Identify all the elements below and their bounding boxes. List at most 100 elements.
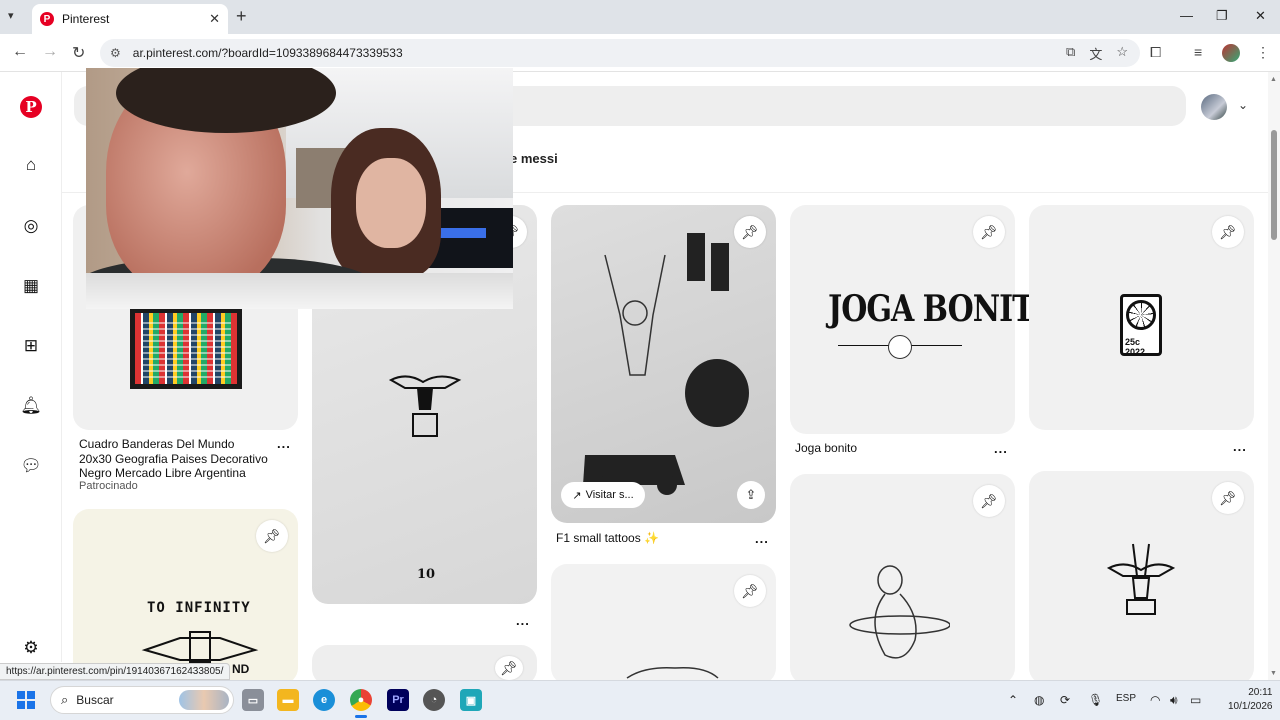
save-pin-icon[interactable]: 📌︎ — [1212, 216, 1244, 248]
app-store-icon[interactable]: ▣ — [460, 689, 482, 711]
window-close-icon[interactable]: ✕ — [1255, 8, 1266, 24]
status-link-preview: https://ar.pinterest.com/pin/19140367162… — [0, 663, 231, 680]
save-pin-icon[interactable]: 📌︎ — [256, 520, 288, 552]
pin-flags-sponsored: Patrocinado — [79, 480, 138, 492]
install-app-icon[interactable]: ⧉ — [1066, 44, 1075, 63]
chrome-active-indicator — [355, 715, 367, 718]
address-url: ar.pinterest.com/?boardId=10933896844733… — [132, 46, 403, 60]
reload-icon[interactable]: ↻ — [72, 43, 85, 63]
windows-start-icon[interactable] — [17, 691, 35, 709]
trophy-wings-sketch — [388, 375, 462, 437]
car-sketch — [626, 666, 719, 679]
pinterest-logo-icon[interactable]: P — [20, 96, 42, 118]
buzz-wings-sketch — [141, 631, 259, 663]
browser-profile-avatar[interactable] — [1222, 44, 1240, 62]
account-chevron-down-icon[interactable]: ⌄ — [1238, 98, 1248, 112]
back-icon[interactable]: ← — [12, 43, 28, 61]
wifi-icon[interactable]: ◠ — [1150, 693, 1160, 707]
webcam-overlay — [86, 68, 513, 309]
clock-time: 20:11 — [1248, 687, 1273, 698]
browser-tab[interactable]: P Pinterest ✕ — [32, 4, 228, 34]
spiderman-label: 25c 2022 — [1125, 337, 1146, 357]
tray-expand-icon[interactable]: ⌃ — [1008, 693, 1018, 707]
forward-icon[interactable]: → — [42, 43, 58, 61]
suggestion-chip[interactable]: e messi — [510, 151, 558, 166]
share-icon[interactable]: ⇪ — [737, 481, 765, 509]
home-icon[interactable]: ⌂ — [20, 154, 42, 176]
pinterest-favicon-icon: P — [40, 12, 54, 26]
joga-bonito-logo: JOGA BONITO — [828, 288, 1060, 331]
tab-search-icon[interactable]: ▾ — [8, 9, 14, 22]
pin-flags-title[interactable]: Cuadro Banderas Del Mundo 20x30 Geografi… — [79, 437, 269, 481]
visit-site-button[interactable]: ↗ Visitar s... — [561, 482, 645, 508]
translate-icon[interactable]: 文 — [1089, 44, 1102, 63]
spiderman-logo: 25c 2022 — [1120, 294, 1162, 357]
reading-list-icon[interactable]: ≡ — [1194, 44, 1202, 60]
visit-site-label: Visitar s... — [585, 489, 634, 501]
pin-infinity-text-bottom: ND — [232, 662, 250, 676]
tray-app-icon[interactable]: ◍ — [1034, 693, 1044, 707]
webcam-person-1 — [106, 68, 336, 293]
tray-sync-icon[interactable]: ⟳ — [1060, 693, 1070, 707]
flags-poster-image — [130, 308, 242, 389]
save-pin-icon[interactable]: 📌︎ — [973, 485, 1005, 517]
browser-titlebar: ▾ P Pinterest ✕ + — ❐ ✕ — [0, 0, 1280, 34]
pin-spiderman-more-icon[interactable]: ... — [1233, 439, 1247, 454]
premiere-pro-icon[interactable]: Pr — [387, 689, 409, 711]
bookmark-star-icon[interactable]: ☆ — [1116, 44, 1128, 63]
explore-compass-icon[interactable]: ◎ — [20, 215, 42, 237]
tab-close-icon[interactable]: ✕ — [209, 11, 220, 27]
webcam-person-2 — [356, 158, 426, 248]
pin-joga-more-icon[interactable]: ... — [994, 441, 1008, 456]
site-info-icon[interactable]: ⚙ — [110, 46, 121, 60]
maximize-icon[interactable]: ❐ — [1216, 8, 1228, 24]
arrow-up-right-icon: ↗ — [572, 489, 582, 502]
minimize-icon[interactable]: — — [1180, 8, 1193, 23]
surfer-chicken-sketch — [849, 565, 950, 659]
create-plus-icon[interactable]: ⊞ — [20, 335, 42, 357]
task-view-icon[interactable]: ▭ — [242, 689, 264, 711]
tab-title: Pinterest — [62, 12, 110, 26]
app-clock-icon[interactable]: ◔ — [423, 689, 445, 711]
user-avatar[interactable] — [1201, 94, 1227, 120]
scrollbar-thumb[interactable] — [1271, 130, 1277, 240]
edge-browser-icon[interactable]: e — [313, 689, 335, 711]
pin-f1-more-icon[interactable]: ... — [755, 531, 769, 546]
scroll-up-icon[interactable]: ▲ — [1270, 76, 1277, 83]
messages-icon[interactable]: 💬︎ — [20, 455, 42, 477]
clock-date: 10/1/2026 — [1228, 701, 1273, 712]
pin-flags-more-icon[interactable]: ... — [277, 436, 291, 451]
save-pin-icon[interactable]: 📌︎ — [973, 216, 1005, 248]
pin-f1-title[interactable]: F1 small tattoos ✨ — [556, 531, 659, 546]
new-tab-icon[interactable]: + — [236, 6, 247, 27]
volume-icon[interactable]: 🔊︎ — [1170, 693, 1178, 708]
pin-joga-title[interactable]: Joga bonito — [795, 441, 857, 456]
boards-grid-icon[interactable]: ▦ — [20, 275, 42, 297]
spiderman-face-icon — [1126, 300, 1156, 330]
football-icon — [888, 335, 912, 359]
settings-gear-icon[interactable]: ⚙ — [20, 637, 42, 659]
browser-menu-icon[interactable]: ⋮ — [1256, 44, 1270, 61]
save-pin-icon[interactable]: 📌︎ — [734, 575, 766, 607]
notifications-bell-icon[interactable]: 🔔︎ — [20, 395, 42, 417]
scroll-down-icon[interactable]: ▼ — [1270, 670, 1277, 677]
file-explorer-icon[interactable]: ▬ — [277, 689, 299, 711]
trophy-tools-sketch — [1107, 543, 1175, 615]
extensions-icon[interactable]: ⧠ — [1150, 44, 1161, 61]
taskbar-search-placeholder: Buscar — [76, 693, 114, 707]
pin-infinity-text: TO INFINITY — [147, 600, 251, 616]
chrome-browser-icon[interactable]: ● — [350, 689, 372, 711]
microphone-icon[interactable]: 🎙︎ — [1088, 693, 1103, 707]
taskbar-clock[interactable]: 20:11 10/1/2026 — [1228, 686, 1273, 714]
pinterest-sidebar: P ⌂ ◎ ▦ ⊞ 🔔︎ 💬︎ ⚙ — [0, 72, 62, 662]
webcam-desk — [86, 273, 513, 309]
save-pin-icon[interactable]: 📌︎ — [495, 656, 523, 680]
language-indicator[interactable]: ESP — [1116, 693, 1136, 704]
battery-icon[interactable]: ▭ — [1190, 693, 1201, 707]
taskbar-search-input[interactable]: ⌕ Buscar — [50, 686, 234, 714]
search-icon: ⌕ — [61, 692, 69, 707]
save-pin-icon[interactable]: 📌︎ — [1212, 482, 1244, 514]
address-bar[interactable]: ⚙ ar.pinterest.com/?boardId=109338968447… — [100, 39, 1140, 67]
pin-tattoo-more-icon[interactable]: ... — [516, 613, 530, 628]
browser-toolbar: ← → ↻ ⚙ ar.pinterest.com/?boardId=109338… — [0, 34, 1280, 72]
